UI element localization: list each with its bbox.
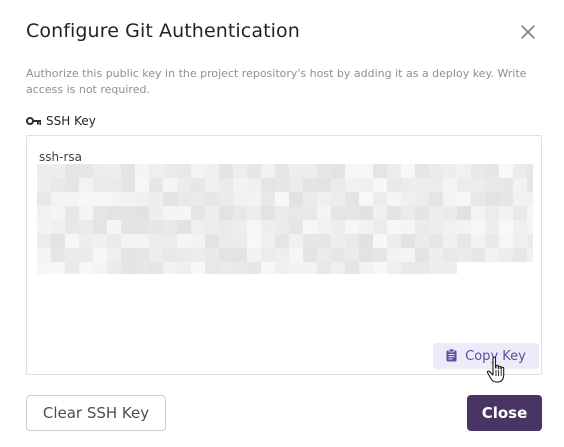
clipboard-icon bbox=[446, 347, 457, 366]
close-icon[interactable] bbox=[517, 21, 539, 43]
ssh-key-prefix: ssh-rsa bbox=[39, 150, 82, 164]
key-icon bbox=[26, 116, 42, 126]
dialog-title: Configure Git Authentication bbox=[26, 20, 300, 42]
copy-key-label: Copy Key bbox=[465, 348, 526, 364]
close-button[interactable]: Close bbox=[467, 395, 542, 431]
ssh-key-label-text: SSH Key bbox=[46, 114, 96, 128]
dialog-description: Authorize this public key in the project… bbox=[26, 67, 527, 96]
clear-ssh-key-button[interactable]: Clear SSH Key bbox=[26, 395, 166, 431]
ssh-key-textbox[interactable]: ssh-rsa Copy Key bbox=[26, 135, 542, 375]
copy-key-button[interactable]: Copy Key bbox=[433, 343, 539, 369]
git-auth-dialog: Configure Git Authentication Authorize t… bbox=[0, 0, 564, 447]
ssh-key-label: SSH Key bbox=[26, 114, 96, 128]
redacted-key-blur bbox=[37, 164, 533, 274]
